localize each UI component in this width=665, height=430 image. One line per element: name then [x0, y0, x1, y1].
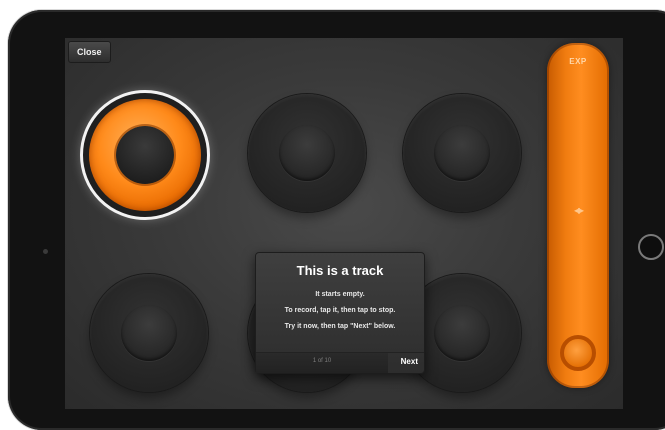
tutorial-line-2: To record, tap it, then tap to stop. [284, 307, 396, 314]
app-screen: Close EXP ◂▸ This is a track It starts e… [65, 38, 623, 409]
track-3-core [434, 125, 490, 181]
track-2-core [279, 125, 335, 181]
tutorial-line-3: Try it now, then tap "Next" below. [284, 323, 396, 330]
home-button[interactable] [638, 234, 664, 260]
camera-icon [43, 249, 48, 254]
track-2[interactable] [248, 94, 366, 212]
track-4[interactable] [90, 274, 208, 392]
tutorial-progress-text: 1 of 10 [312, 358, 332, 364]
track-1[interactable] [80, 90, 210, 220]
track-4-core [121, 305, 177, 361]
slider-arrows-icon: ◂▸ [573, 203, 584, 217]
slider-label: EXP [569, 57, 587, 66]
close-button[interactable]: Close [68, 41, 111, 63]
tutorial-dialog: This is a track It starts empty. To reco… [255, 252, 425, 374]
tutorial-line-1: It starts empty. [315, 291, 365, 298]
exp-slider[interactable]: EXP ◂▸ [547, 43, 609, 388]
track-1-core [116, 126, 174, 184]
next-button[interactable]: Next [401, 357, 418, 366]
slider-knob[interactable] [560, 335, 596, 371]
tutorial-title: This is a track [296, 263, 384, 278]
tutorial-footer: 1 of 10 Next [256, 352, 424, 373]
track-6-core [434, 305, 490, 361]
track-3[interactable] [403, 94, 521, 212]
